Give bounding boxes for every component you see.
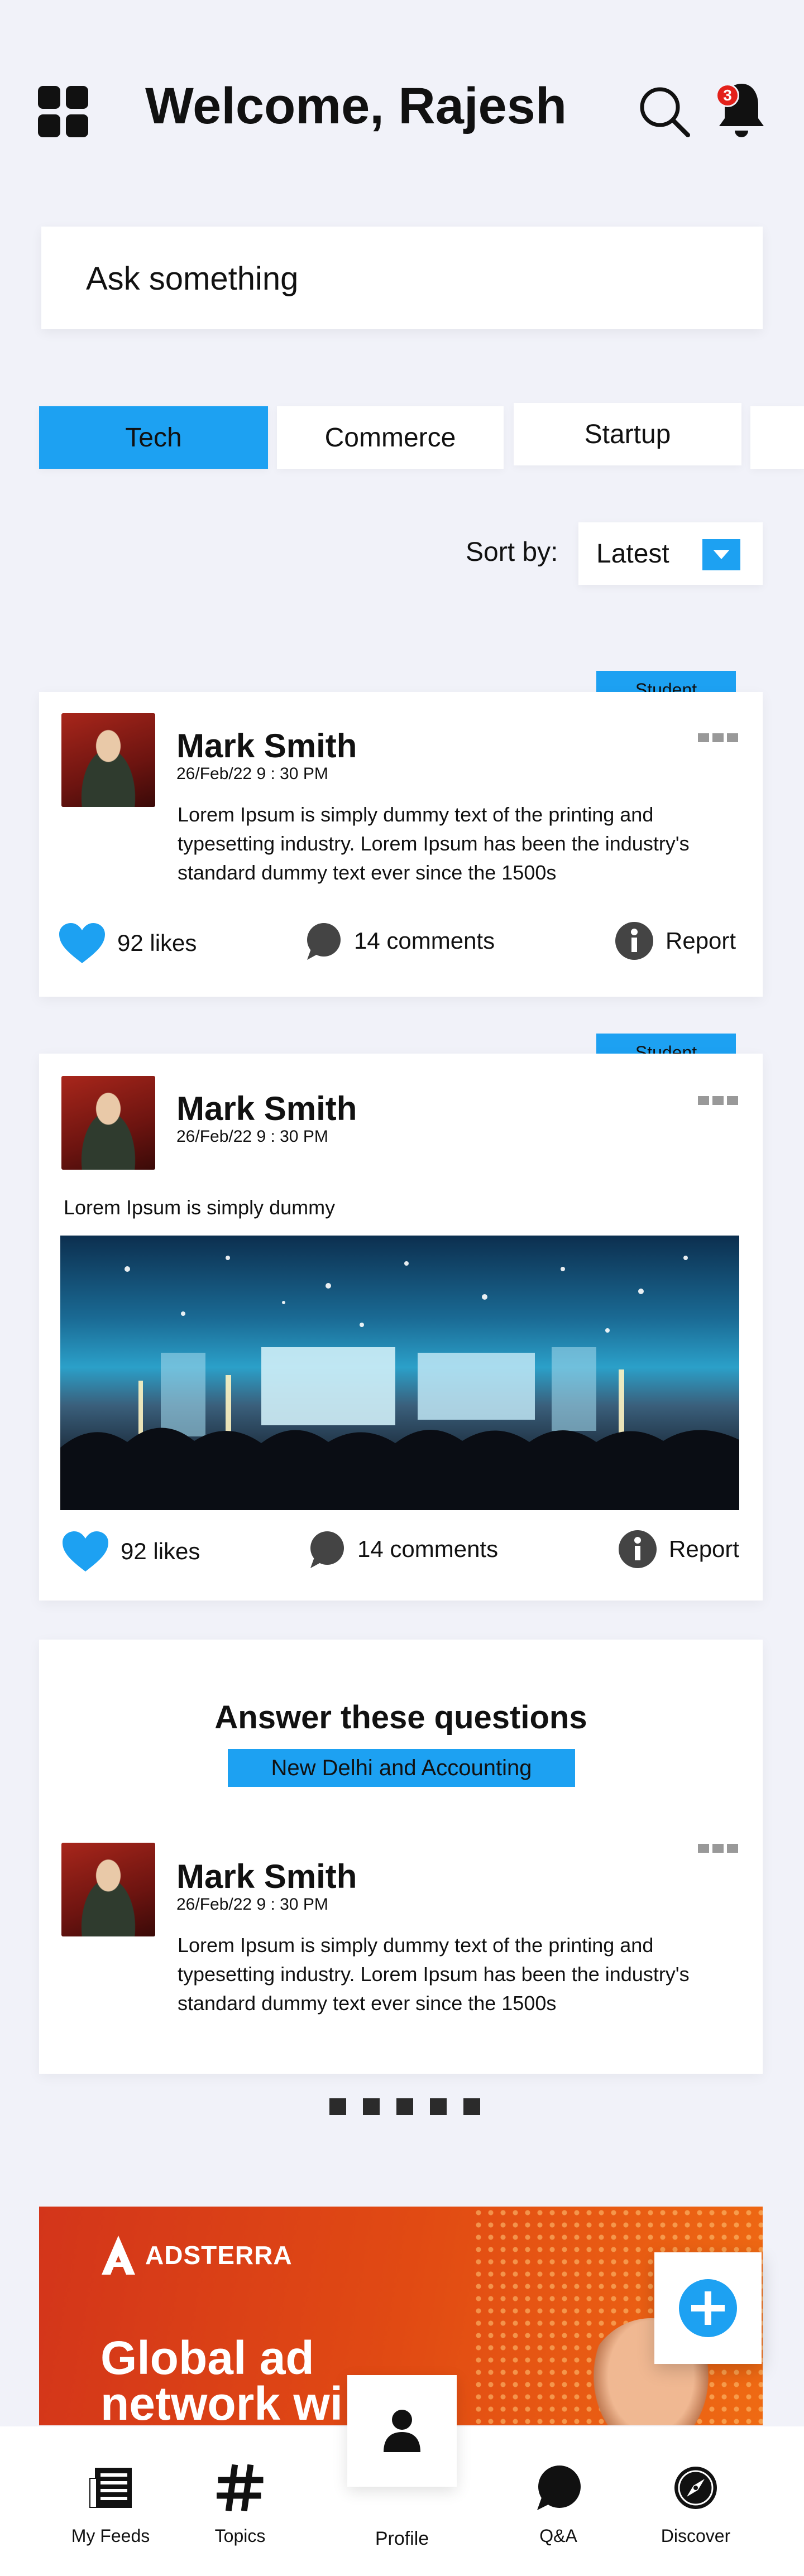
sort-label: Sort by: [466,537,558,567]
ask-input[interactable] [86,259,700,298]
report-button[interactable]: Report [614,921,736,961]
nav-qa[interactable]: Q&A [530,2464,586,2546]
nav-profile[interactable] [347,2375,457,2487]
page-dot[interactable] [329,2098,346,2115]
avatar[interactable] [61,1843,155,1936]
post-body: Lorem Ipsum is simply dummy text of the … [178,803,690,884]
nav-label: Profile [375,2528,429,2549]
info-icon [614,921,654,961]
tab-commerce[interactable]: Commerce [277,406,504,469]
user-icon [384,2410,420,2452]
question-body: Lorem Ipsum is simply dummy text of the … [178,1934,690,2015]
plus-icon [679,2279,737,2337]
more-options-icon[interactable] [698,1096,738,1105]
post-date: 26/Feb/22 9 : 30 PM [176,1895,328,1914]
nav-discover[interactable]: Discover [657,2464,735,2546]
page-dot[interactable] [463,2098,480,2115]
post-date: 26/Feb/22 9 : 30 PM [176,1127,328,1146]
author-name[interactable]: Mark Smith [176,1089,357,1128]
like-count: 92 likes [121,1538,200,1564]
report-button[interactable]: Report [618,1529,739,1569]
report-label: Report [666,927,736,954]
like-count: 92 likes [117,930,197,956]
sort-select[interactable]: Latest [578,522,763,585]
chevron-down-icon [702,539,740,570]
nav-label: Discover [661,2526,731,2546]
info-icon [618,1529,658,1569]
comment-count: 14 comments [357,1536,499,1562]
add-post-button[interactable] [654,2252,762,2364]
chat-bubble-icon [306,1529,346,1569]
post-date: 26/Feb/22 9 : 30 PM [176,765,328,783]
avatar[interactable] [61,713,155,807]
page-dot[interactable] [363,2098,380,2115]
chat-bubble-icon [535,2464,582,2511]
compass-icon [672,2464,719,2511]
tab-tech[interactable]: Tech [39,406,268,469]
page-dot[interactable] [396,2098,413,2115]
nav-label: Topics [214,2526,266,2546]
page-title: Welcome, Rajesh [145,78,567,134]
page-dot[interactable] [430,2098,447,2115]
more-options-icon[interactable] [698,733,738,742]
chat-bubble-icon [303,921,343,961]
comment-button[interactable]: 14 comments [306,1529,498,1569]
report-label: Report [669,1536,740,1562]
post-body: Lorem Ipsum is simply dummy [64,1196,336,1219]
more-options-icon[interactable] [698,1844,738,1853]
comment-count: 14 comments [354,927,495,954]
ad-headline: Global ad network wi [100,2332,343,2425]
adsterra-logo-icon [102,2236,135,2275]
questions-card: Answer these questions New Delhi and Acc… [39,1640,763,2074]
author-name[interactable]: Mark Smith [176,1857,357,1896]
nav-label: My Feeds [71,2526,150,2546]
notification-badge: 3 [716,84,739,107]
author-name[interactable]: Mark Smith [176,727,357,765]
nav-label: Q&A [539,2526,577,2546]
newspaper-icon [87,2464,134,2511]
search-icon[interactable] [636,84,692,140]
comment-button[interactable]: 14 comments [303,921,495,961]
like-button[interactable]: 92 likes [61,1530,200,1573]
like-button[interactable]: 92 likes [58,922,197,964]
pagination [329,2098,480,2115]
grid-menu-icon[interactable] [38,86,89,137]
ad-brand: ADSTERRA [145,2241,293,2270]
topic-tag[interactable]: New Delhi and Accounting [228,1749,575,1787]
heart-icon [61,1530,109,1573]
nav-my-feeds[interactable]: My Feeds [67,2464,154,2546]
post-image[interactable] [60,1236,739,1510]
avatar[interactable] [61,1076,155,1170]
sort-value: Latest [596,539,669,569]
questions-title: Answer these questions [214,1699,587,1736]
ad-logo: ADSTERRA [100,2234,293,2276]
nav-topics[interactable]: Topics [207,2464,274,2546]
post-card: Mark Smith 26/Feb/22 9 : 30 PM Lorem Ips… [39,692,763,997]
tab-startup[interactable]: Startup [514,403,741,465]
hashtag-icon [217,2464,264,2511]
heart-icon [58,922,106,964]
ask-box [41,227,763,329]
tab-next[interactable] [750,406,804,469]
